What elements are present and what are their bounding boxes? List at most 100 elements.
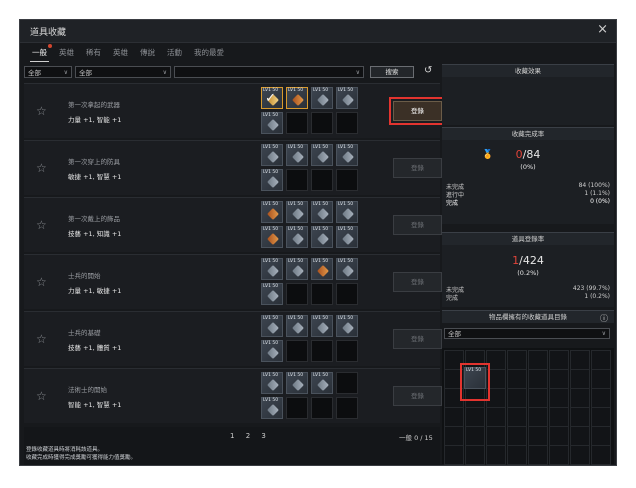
item-slot[interactable]: LV1 50 <box>336 315 358 337</box>
inventory-cell[interactable] <box>549 407 569 427</box>
item-slot[interactable]: LV1 50 <box>336 226 358 248</box>
page-3[interactable]: 3 <box>261 432 265 440</box>
inventory-cell[interactable] <box>528 445 548 465</box>
register-button[interactable]: 登錄 <box>393 386 442 406</box>
grade-select[interactable]: 全部 ∨ <box>24 66 72 78</box>
item-slot[interactable]: LV1 50 <box>261 258 283 280</box>
inventory-cell[interactable] <box>570 426 590 446</box>
inventory-cell[interactable] <box>507 407 527 427</box>
inventory-cell[interactable] <box>570 388 590 408</box>
star-icon[interactable]: ☆ <box>36 275 47 289</box>
item-slot[interactable]: LV1 50 <box>261 397 283 419</box>
inventory-cell[interactable] <box>486 445 506 465</box>
inventory-cell[interactable] <box>507 426 527 446</box>
inventory-cell[interactable] <box>507 388 527 408</box>
inventory-cell[interactable] <box>549 369 569 389</box>
item-slot[interactable]: LV1 50 <box>286 258 308 280</box>
tab-rare[interactable]: 稀有 <box>80 46 107 60</box>
item-slot[interactable]: LV1 50 <box>261 315 283 337</box>
inventory-cell[interactable] <box>591 426 611 446</box>
inventory-cell[interactable] <box>465 426 485 446</box>
inventory-cell[interactable] <box>444 426 464 446</box>
inventory-cell[interactable] <box>528 369 548 389</box>
item-slot[interactable]: LV1 50 <box>261 201 283 223</box>
tab-favorites[interactable]: 我的最愛 <box>188 46 230 60</box>
item-slot[interactable]: LV1 50 <box>336 144 358 166</box>
tab-general[interactable]: 一般 <box>26 44 53 62</box>
inventory-cell[interactable] <box>570 350 590 370</box>
item-slot[interactable]: LV1 50 <box>261 372 283 394</box>
inventory-filter-select[interactable]: 全部 ∨ <box>444 328 610 339</box>
register-button[interactable]: 登錄 <box>393 329 442 349</box>
inventory-cell[interactable] <box>528 426 548 446</box>
item-slot[interactable]: LV1 50 ✓ <box>261 87 283 109</box>
star-icon[interactable]: ☆ <box>36 389 47 403</box>
item-slot[interactable]: LV1 50 <box>311 372 333 394</box>
inventory-cell[interactable] <box>591 369 611 389</box>
star-icon[interactable]: ☆ <box>36 104 47 118</box>
inventory-cell[interactable] <box>570 445 590 465</box>
category-select[interactable]: 全部 ∨ <box>75 66 171 78</box>
inventory-cell[interactable] <box>528 350 548 370</box>
item-slot[interactable]: LV1 50 <box>261 226 283 248</box>
inventory-cell[interactable] <box>570 369 590 389</box>
item-slot[interactable]: LV1 50 <box>311 87 333 109</box>
item-slot[interactable]: LV1 50 <box>336 258 358 280</box>
inventory-cell[interactable] <box>549 426 569 446</box>
inventory-cell[interactable] <box>549 388 569 408</box>
register-button[interactable]: 登錄 <box>393 158 442 178</box>
info-icon[interactable]: ⓘ <box>600 312 608 325</box>
item-slot[interactable]: LV1 50 <box>311 201 333 223</box>
item-slot[interactable]: LV1 50 <box>261 144 283 166</box>
inventory-cell[interactable] <box>507 369 527 389</box>
item-slot[interactable]: LV1 50 <box>286 372 308 394</box>
item-slot[interactable]: LV1 50 <box>286 144 308 166</box>
inventory-cell[interactable] <box>591 350 611 370</box>
inventory-cell[interactable] <box>444 407 464 427</box>
item-slot[interactable]: LV1 50 <box>261 169 283 191</box>
inventory-cell[interactable] <box>591 407 611 427</box>
tab-hero-1[interactable]: 英雄 <box>53 46 80 60</box>
item-slot[interactable]: LV1 50 <box>286 226 308 248</box>
star-icon[interactable]: ☆ <box>36 332 47 346</box>
page-2[interactable]: 2 <box>246 432 250 440</box>
register-button[interactable]: 登錄 <box>393 215 442 235</box>
inventory-cell[interactable] <box>486 426 506 446</box>
item-slot[interactable]: LV1 50 <box>261 283 283 305</box>
inventory-cell[interactable] <box>549 350 569 370</box>
refresh-icon[interactable]: ↺ <box>424 65 432 76</box>
inventory-cell[interactable] <box>528 388 548 408</box>
search-button[interactable]: 搜索 <box>370 66 414 78</box>
item-slot[interactable]: LV1 50 <box>311 226 333 248</box>
register-button[interactable]: 登錄 <box>393 272 442 292</box>
item-slot[interactable]: LV1 50 <box>286 201 308 223</box>
tab-hero-2[interactable]: 英雄 <box>107 46 134 60</box>
item-slot[interactable]: LV1 50 <box>311 315 333 337</box>
inventory-cell[interactable] <box>591 388 611 408</box>
item-slot[interactable]: LV1 50 <box>286 315 308 337</box>
item-slot[interactable]: LV1 50 <box>286 87 308 109</box>
item-slot[interactable]: LV1 50 <box>311 144 333 166</box>
item-slot[interactable]: LV1 50 <box>336 87 358 109</box>
star-icon[interactable]: ☆ <box>36 218 47 232</box>
inventory-cell[interactable] <box>486 407 506 427</box>
tab-legend[interactable]: 傳說 <box>134 46 161 60</box>
tab-event[interactable]: 活動 <box>161 46 188 60</box>
inventory-cell[interactable] <box>528 407 548 427</box>
inventory-cell[interactable] <box>465 407 485 427</box>
inventory-cell[interactable] <box>507 350 527 370</box>
inventory-cell[interactable] <box>591 445 611 465</box>
star-icon[interactable]: ☆ <box>36 161 47 175</box>
inventory-cell[interactable] <box>549 445 569 465</box>
item-slot[interactable]: LV1 50 <box>261 340 283 362</box>
close-icon[interactable]: × <box>597 22 608 37</box>
item-slot[interactable]: LV1 50 <box>336 201 358 223</box>
search-input[interactable]: ∨ <box>174 66 364 78</box>
page-1[interactable]: 1 <box>230 432 234 440</box>
inventory-cell[interactable] <box>507 445 527 465</box>
item-slot[interactable]: LV1 50 <box>261 112 283 134</box>
inventory-cell[interactable] <box>444 445 464 465</box>
inventory-cell[interactable] <box>570 407 590 427</box>
inventory-cell[interactable] <box>465 445 485 465</box>
item-slot[interactable]: LV1 50 <box>311 258 333 280</box>
